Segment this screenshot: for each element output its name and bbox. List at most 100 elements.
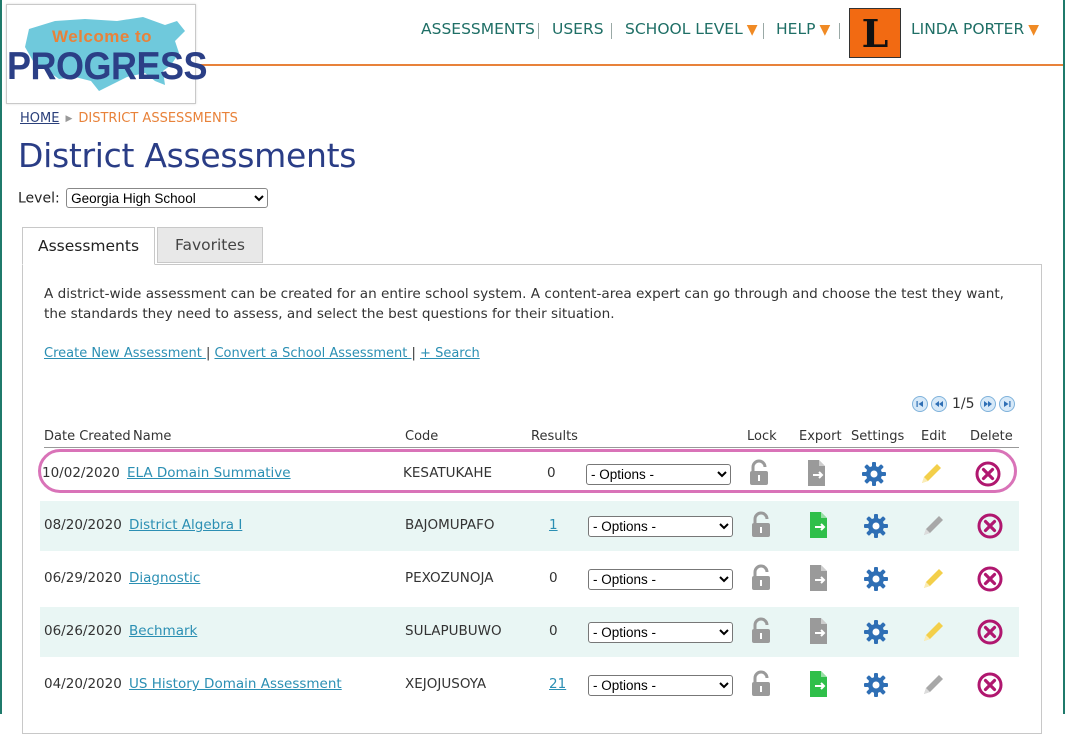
export-icon[interactable] [807, 670, 831, 702]
options-select[interactable]: - Options - [588, 622, 733, 643]
date-created: 08/20/2020 [44, 517, 122, 533]
date-created: 10/02/2020 [42, 465, 120, 481]
lock-icon[interactable] [747, 459, 771, 491]
settings-gear-icon[interactable] [863, 566, 889, 596]
edit-pencil-icon[interactable] [918, 461, 944, 491]
assessment-code: PEXOZUNOJA [405, 570, 494, 586]
table-row: 04/20/2020 US History Domain Assessment XE… [40, 660, 1019, 710]
col-export: Export [799, 429, 842, 444]
assessment-code: BAJOMUPAFO [405, 517, 495, 533]
caret-down-icon: ▼ [746, 22, 758, 38]
user-avatar[interactable]: L [849, 8, 901, 58]
options-select[interactable]: - Options - [588, 675, 733, 696]
results-link[interactable]: 1 [549, 517, 558, 533]
create-assessment-link[interactable]: Create New Assessment [44, 346, 206, 361]
results-cell: 0 [549, 623, 558, 639]
col-name[interactable]: Name [133, 429, 171, 444]
assessment-name-link[interactable]: ELA Domain Summative [127, 465, 291, 481]
assessment-name-link[interactable]: District Algebra I [129, 517, 242, 533]
results-count: 0 [547, 465, 556, 481]
delete-icon[interactable] [976, 618, 1004, 650]
chevron-right-icon: ▶ [65, 114, 73, 124]
delete-icon[interactable] [976, 565, 1004, 597]
link-separator: | [411, 346, 416, 361]
breadcrumb-current: DISTRICT ASSESSMENTS [78, 111, 238, 126]
table-row: 10/02/2020 ELA Domain Summative KESATUKAHE… [38, 449, 1017, 493]
edit-pencil-icon[interactable] [920, 672, 946, 702]
date-created: 06/29/2020 [44, 570, 122, 586]
nav-help[interactable]: HELP ▼ [776, 20, 830, 38]
user-name: LINDA PORTER [911, 20, 1025, 38]
caret-down-icon: ▼ [819, 22, 831, 38]
results-count: 0 [549, 570, 558, 586]
lock-icon[interactable] [749, 670, 773, 702]
first-page-icon[interactable] [912, 396, 928, 412]
lock-icon[interactable] [749, 511, 773, 543]
edit-pencil-icon[interactable] [920, 566, 946, 596]
lock-icon[interactable] [749, 617, 773, 649]
nav-separator [839, 23, 840, 39]
left-border [0, 0, 2, 714]
tab-favorites[interactable]: Favorites [157, 227, 263, 263]
assessment-name-link[interactable]: Bechmark [129, 623, 197, 639]
next-page-icon[interactable] [979, 396, 996, 412]
options-select[interactable]: - Options - [586, 464, 731, 485]
results-cell: 0 [549, 570, 558, 586]
options-select[interactable]: - Options - [588, 569, 733, 590]
breadcrumb: HOME ▶ DISTRICT ASSESSMENTS [20, 111, 238, 126]
nav-separator [611, 23, 612, 39]
export-icon[interactable] [805, 459, 829, 491]
table-header: Date Created Name Code Results Lock Expo… [44, 428, 1019, 448]
nav-school-level-label: SCHOOL LEVEL [625, 20, 743, 38]
settings-gear-icon[interactable] [863, 513, 889, 543]
export-icon[interactable] [807, 511, 831, 543]
user-menu[interactable]: LINDA PORTER ▼ [911, 20, 1039, 38]
options-select[interactable]: - Options - [588, 516, 733, 537]
settings-gear-icon[interactable] [861, 461, 887, 491]
previous-page-icon[interactable] [931, 396, 947, 412]
last-page-icon[interactable] [998, 396, 1015, 412]
search-link[interactable]: + Search [420, 346, 480, 361]
pagination: 1/5 [912, 395, 1015, 413]
edit-pencil-icon[interactable] [920, 513, 946, 543]
col-code[interactable]: Code [405, 429, 438, 444]
edit-pencil-icon[interactable] [920, 619, 946, 649]
results-count: 0 [549, 623, 558, 639]
table-row: 08/20/2020 District Algebra I BAJOMUPAFO 1 -… [40, 501, 1019, 551]
delete-icon[interactable] [974, 460, 1002, 492]
col-date-created[interactable]: Date Created [44, 429, 131, 444]
header-divider [196, 64, 1063, 66]
export-icon[interactable] [807, 564, 831, 596]
breadcrumb-home-link[interactable]: HOME [20, 111, 59, 126]
col-edit: Edit [921, 429, 947, 444]
assessment-name-cell: Bechmark [129, 623, 197, 639]
nav-users[interactable]: USERS [552, 20, 604, 38]
action-links: Create New Assessment | Convert a School… [44, 346, 480, 361]
assessment-name-link[interactable]: Diagnostic [129, 570, 200, 586]
results-cell: 21 [549, 676, 566, 692]
results-link[interactable]: 21 [549, 676, 566, 692]
delete-icon[interactable] [976, 671, 1004, 703]
lock-icon[interactable] [749, 564, 773, 596]
caret-down-icon: ▼ [1028, 22, 1039, 38]
page-description: A district-wide assessment can be create… [44, 286, 1004, 322]
nav-school-level[interactable]: SCHOOL LEVEL ▼ [625, 20, 758, 38]
export-icon[interactable] [807, 617, 831, 649]
site-logo[interactable]: Welcome to PROGRESS [6, 4, 208, 104]
results-cell: 1 [549, 517, 558, 533]
col-settings: Settings [851, 429, 905, 444]
delete-icon[interactable] [976, 512, 1004, 544]
settings-gear-icon[interactable] [863, 672, 889, 702]
assessment-name-cell: Diagnostic [129, 570, 200, 586]
assessment-name-link[interactable]: US History Domain Assessment [129, 676, 342, 692]
nav-assessments[interactable]: ASSESSMENTS [421, 20, 535, 38]
level-select[interactable]: Georgia High School [66, 188, 269, 208]
logo-progress-text: PROGRESS [7, 43, 208, 88]
col-results[interactable]: Results [531, 429, 578, 444]
settings-gear-icon[interactable] [863, 619, 889, 649]
convert-school-assessment-link[interactable]: Convert a School Assessment [214, 346, 411, 361]
level-label: Level: [18, 190, 60, 207]
assessment-name-cell: ELA Domain Summative [127, 465, 291, 481]
tab-assessments[interactable]: Assessments [22, 227, 155, 265]
level-filter: Level: Georgia High School [18, 188, 269, 208]
